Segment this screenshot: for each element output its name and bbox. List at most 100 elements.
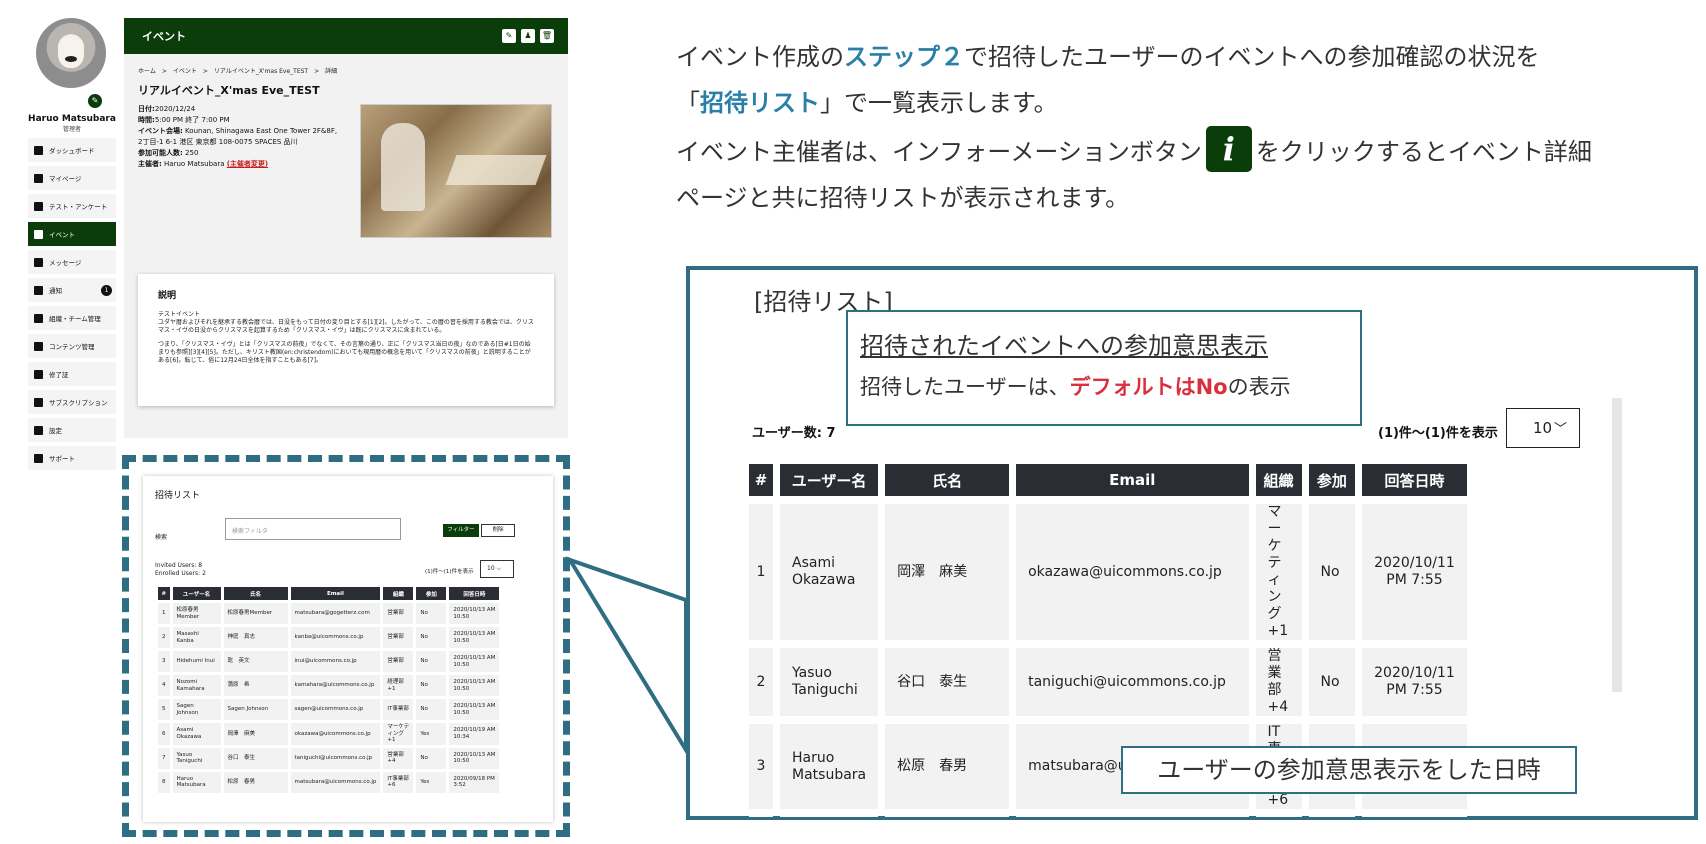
info-icon — [34, 453, 43, 463]
host-change-link[interactable]: (主催者変更) — [227, 160, 268, 168]
table-cell: 2020/10/13 AM 10:50 — [449, 699, 500, 720]
table-cell: 営業部 +4 — [383, 747, 414, 769]
table-row[interactable]: 2 Yasuo Taniguchi 谷口 泰生 taniguchi@uicommons… — [749, 640, 1467, 716]
table-cell-empty — [1255, 809, 1302, 817]
sidebar-item[interactable]: メッセージ — [28, 250, 116, 274]
venue-label: イベント会場: — [138, 127, 183, 135]
sidebar-item[interactable]: 修了証 — [28, 362, 116, 386]
table-cell: Hidehumi Inui — [172, 651, 221, 672]
table-cell-empty — [780, 809, 879, 817]
column-header[interactable]: 参加 — [416, 587, 447, 600]
table-cell: No — [416, 747, 447, 769]
callout-text-b: の表示 — [1227, 375, 1291, 399]
table-cell: 3 — [749, 716, 773, 809]
table-row[interactable]: 7 Yasuo Taniguchi 谷口 泰生 taniguchi@uicommons… — [158, 747, 500, 769]
table-row[interactable]: 2 Masashi Kanba 神庭 真志 kanba@uicommons.co.jp… — [158, 627, 500, 648]
column-header[interactable]: 氏名 — [223, 587, 288, 600]
column-header[interactable]: 回答日時 — [449, 587, 500, 600]
table-cell-empty — [1308, 809, 1356, 817]
sidebar-item-label: サポート — [49, 455, 75, 463]
table-cell: 3 — [158, 651, 170, 672]
table-cell: Sagen Johnson — [223, 699, 288, 720]
sidebar-item[interactable]: コンテンツ管理 — [28, 334, 116, 358]
intro-invite-list: 招待リスト — [700, 89, 820, 117]
sidebar-item[interactable]: 通知 1 — [28, 278, 116, 302]
page-size-select[interactable]: 10 ⌵ — [480, 560, 514, 578]
search-label: 検索 — [155, 534, 168, 541]
event-header-title: イベント — [142, 30, 186, 43]
sidebar-item[interactable]: マイページ — [28, 166, 116, 190]
clear-button[interactable]: 削除 — [481, 524, 515, 537]
dashboard-icon — [34, 145, 43, 155]
column-header[interactable]: 参加 — [1308, 464, 1356, 496]
avatar[interactable] — [36, 18, 106, 88]
user-role: 管理者 — [62, 126, 81, 133]
column-header[interactable]: # — [749, 464, 773, 496]
table-row[interactable]: 1 Asami Okazawa 岡澤 麻美 okazawa@uicommons.co.… — [749, 496, 1467, 640]
table-cell: No — [1308, 496, 1356, 640]
column-header[interactable]: 組織 — [1255, 464, 1302, 496]
table-cell: Haruo Matsubara — [172, 771, 221, 793]
info-button-icon[interactable]: i — [1205, 126, 1252, 172]
column-header[interactable]: 氏名 — [885, 464, 1010, 496]
table-cell: Yasuo Taniguchi — [172, 747, 221, 769]
trash-icon[interactable]: 🗑 — [540, 29, 554, 43]
event-capacity: 250 — [185, 149, 199, 157]
filter-button[interactable]: フィルター — [443, 524, 479, 537]
notification-badge: 1 — [101, 285, 112, 296]
column-header[interactable]: Email — [1016, 464, 1249, 496]
mypage-icon — [34, 173, 43, 183]
intro-text: イベント作成のステップ２で招待したユーザーのイベントへの参加確認の状況を 「招待… — [676, 34, 1686, 221]
sidebar-item[interactable]: テスト・アンケート — [28, 194, 116, 218]
table-cell: 5 — [158, 699, 170, 720]
table-cell: 松原春男Member — [223, 603, 288, 624]
sidebar-item-label: テスト・アンケート — [49, 203, 108, 211]
column-header[interactable]: 回答日時 — [1362, 464, 1467, 496]
intro-line3-b: をクリックするとイベント詳細 — [1255, 138, 1592, 166]
table-row[interactable]: 5 Sagen Johnson Sagen Johnson sagen@uicommo… — [158, 699, 500, 720]
scrollbar[interactable] — [1612, 398, 1622, 692]
bell-icon — [34, 285, 43, 295]
table-cell: 6 — [158, 723, 170, 745]
sidebar-item[interactable]: サポート — [28, 446, 116, 470]
edit-icon[interactable]: ✎ — [502, 29, 516, 43]
table-cell: 2 — [158, 627, 170, 648]
sidebar-item[interactable]: イベント — [28, 222, 116, 246]
sidebar-item[interactable]: サブスクリプション — [28, 390, 116, 414]
column-header[interactable]: ユーザー名 — [780, 464, 879, 496]
column-header[interactable]: 組織 — [383, 587, 414, 600]
table-cell: taniguchi@uicommons.co.jp — [290, 747, 381, 769]
table-row[interactable]: 8 Haruo Matsubara 松原 春男 matsubara@uicommons… — [158, 771, 500, 793]
breadcrumb[interactable]: ホーム > イベント > リアルイベント_X'mas Eve_TEST > 詳細 — [138, 66, 337, 75]
pencil-icon[interactable]: ✎ — [88, 94, 102, 108]
search-input[interactable]: 検索フィルタ — [225, 518, 401, 540]
table-cell: 8 — [158, 771, 170, 793]
sidebar-item-label: コンテンツ管理 — [49, 343, 95, 351]
participation-callout-text: 招待したユーザーは、デフォルトはNoの表示 — [860, 371, 1348, 401]
description-text-2: つまり、「クリスマス・イヴ」とは「クリスマスの前夜」でなくて、その言葉の通り、正… — [158, 341, 531, 364]
column-header[interactable]: # — [158, 587, 170, 600]
event-info: 日付:2020/12/24 時間:5:00 PM 終了 7:00 PM イベント… — [138, 104, 338, 170]
sidebar-item[interactable]: 組織・チーム管理 — [28, 306, 116, 330]
table-row[interactable]: 4 Nozomi Kamahara 蒲原 希 kamahara@uicommons.c… — [158, 675, 500, 696]
zoom-page-size-select[interactable]: 10 ﹀ — [1506, 408, 1580, 448]
event-detail-panel: イベント ✎ ♟ 🗑 ホーム > イベント > リアルイベント_X'mas Ev… — [124, 18, 568, 438]
column-header[interactable]: Email — [290, 587, 381, 600]
table-cell: 岡澤 麻美 — [223, 723, 288, 745]
intro-line4: ページと共に招待リストが表示されます。 — [676, 184, 1130, 212]
table-cell: 2 — [749, 640, 773, 716]
table-cell: 経理部 +1 — [383, 675, 414, 696]
table-cell: Asami Okazawa — [780, 496, 879, 640]
users-icon[interactable]: ♟ — [521, 29, 535, 43]
table-cell: okazawa@uicommons.co.jp — [1016, 496, 1249, 640]
table-row[interactable]: 3 Hidehumi Inui 乾 英文 inui@uicommons.co.jp 営業… — [158, 651, 500, 672]
content-icon — [34, 341, 43, 351]
table-cell: 岡澤 麻美 — [885, 496, 1010, 640]
table-row[interactable]: 6 Asami Okazawa 岡澤 麻美 okazawa@uicommons.co.… — [158, 723, 500, 745]
table-cell: 2020/10/13 AM 10:50 — [449, 627, 500, 648]
table-row[interactable]: 1 松原春男 Member 松原春男Member matsubara@gogetter… — [158, 603, 500, 624]
intro-line2-a: 「 — [676, 89, 700, 117]
sidebar-item[interactable]: 設定 — [28, 418, 116, 442]
column-header[interactable]: ユーザー名 — [172, 587, 221, 600]
sidebar-item[interactable]: ダッシュボード — [28, 138, 116, 162]
